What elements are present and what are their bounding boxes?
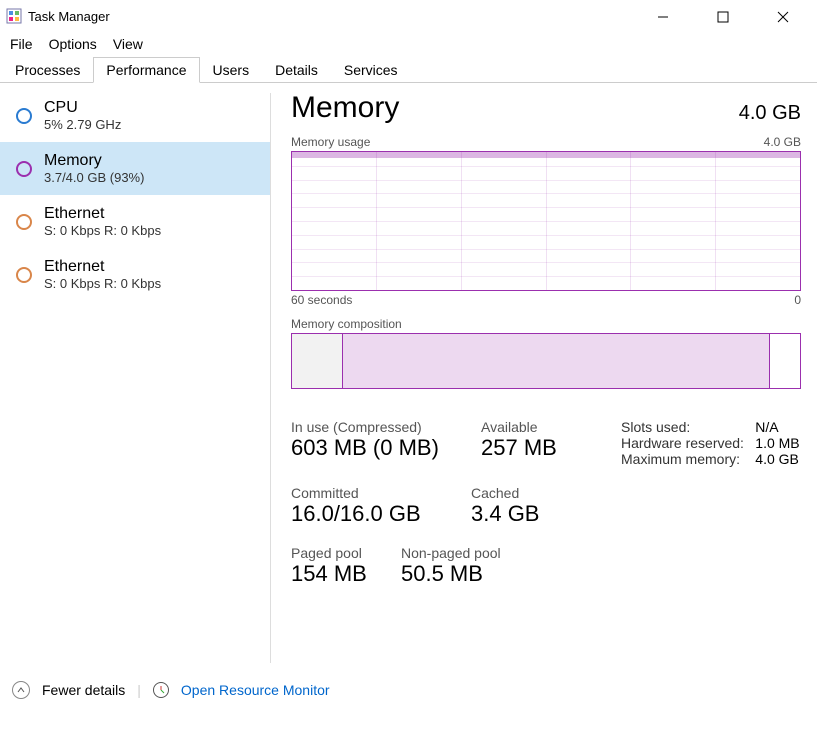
- composition-inuse: [343, 334, 770, 388]
- stat-nonpaged-value: 50.5 MB: [401, 561, 551, 587]
- tab-details[interactable]: Details: [262, 57, 331, 83]
- performance-detail: Memory 4.0 GB Memory usage 4.0 GB 60 sec…: [271, 83, 817, 673]
- tab-bar: Processes Performance Users Details Serv…: [0, 56, 817, 83]
- composition-reserved: [292, 334, 343, 388]
- info-maxmem-value: 4.0 GB: [755, 451, 801, 467]
- cpu-icon: [16, 108, 32, 124]
- stat-paged-label: Paged pool: [291, 545, 401, 561]
- open-resource-monitor-link[interactable]: Open Resource Monitor: [181, 682, 330, 698]
- ethernet-icon: [16, 214, 32, 230]
- info-reserved-value: 1.0 MB: [755, 435, 801, 451]
- info-slots-value: N/A: [755, 419, 801, 435]
- info-maxmem-label: Maximum memory:: [621, 451, 745, 467]
- maximize-button[interactable]: [703, 9, 743, 24]
- stat-cached-value: 3.4 GB: [471, 501, 601, 527]
- memory-capacity: 4.0 GB: [739, 102, 801, 125]
- sidebar-item-ethernet-1[interactable]: Ethernet S: 0 Kbps R: 0 Kbps: [0, 195, 270, 248]
- app-icon: [6, 8, 22, 24]
- composition-chart-label: Memory composition: [291, 317, 402, 331]
- tab-users[interactable]: Users: [200, 57, 263, 83]
- xaxis-left: 60 seconds: [291, 293, 352, 307]
- tab-services[interactable]: Services: [331, 57, 411, 83]
- menu-bar: File Options View: [0, 32, 817, 56]
- stat-cached-label: Cached: [471, 485, 601, 501]
- sidebar-item-sub: 5% 2.79 GHz: [44, 117, 121, 132]
- title-bar: Task Manager: [0, 0, 817, 32]
- minimize-button[interactable]: [643, 9, 683, 24]
- stat-committed-value: 16.0/16.0 GB: [291, 501, 471, 527]
- performance-sidebar: CPU 5% 2.79 GHz Memory 3.7/4.0 GB (93%) …: [0, 83, 270, 673]
- footer: Fewer details | Open Resource Monitor: [0, 673, 817, 707]
- stat-committed-label: Committed: [291, 485, 471, 501]
- sidebar-item-label: Ethernet: [44, 205, 161, 223]
- sidebar-item-sub: S: 0 Kbps R: 0 Kbps: [44, 276, 161, 291]
- stat-available-label: Available: [481, 419, 611, 435]
- composition-available: [770, 334, 800, 388]
- sidebar-item-label: Memory: [44, 152, 144, 170]
- footer-separator: |: [137, 682, 141, 698]
- page-title: Memory: [291, 91, 399, 125]
- resource-monitor-icon: [153, 682, 169, 698]
- stat-inuse-value: 603 MB (0 MB): [291, 435, 471, 461]
- memory-composition-chart[interactable]: [291, 333, 801, 389]
- info-slots-label: Slots used:: [621, 419, 745, 435]
- ethernet-icon: [16, 267, 32, 283]
- window-controls: [643, 9, 811, 24]
- sidebar-item-cpu[interactable]: CPU 5% 2.79 GHz: [0, 89, 270, 142]
- menu-options[interactable]: Options: [49, 36, 97, 52]
- sidebar-item-label: Ethernet: [44, 258, 161, 276]
- chevron-up-icon[interactable]: [12, 681, 30, 699]
- window-title: Task Manager: [28, 9, 643, 24]
- menu-file[interactable]: File: [10, 36, 33, 52]
- close-button[interactable]: [763, 9, 803, 24]
- memory-usage-chart[interactable]: [291, 151, 801, 291]
- fewer-details-button[interactable]: Fewer details: [42, 682, 125, 698]
- stat-available-value: 257 MB: [481, 435, 611, 461]
- sidebar-item-ethernet-2[interactable]: Ethernet S: 0 Kbps R: 0 Kbps: [0, 248, 270, 301]
- sidebar-item-sub: S: 0 Kbps R: 0 Kbps: [44, 223, 161, 238]
- composition-chart-block: Memory composition: [291, 317, 801, 389]
- sidebar-item-sub: 3.7/4.0 GB (93%): [44, 170, 144, 185]
- stat-paged-value: 154 MB: [291, 561, 401, 587]
- stat-inuse-label: In use (Compressed): [291, 419, 471, 435]
- usage-chart-label: Memory usage: [291, 135, 370, 149]
- sidebar-item-label: CPU: [44, 99, 121, 117]
- sidebar-item-memory[interactable]: Memory 3.7/4.0 GB (93%): [0, 142, 270, 195]
- usage-chart-max: 4.0 GB: [764, 135, 801, 149]
- content-area: CPU 5% 2.79 GHz Memory 3.7/4.0 GB (93%) …: [0, 83, 817, 673]
- stat-nonpaged-label: Non-paged pool: [401, 545, 551, 561]
- xaxis-right: 0: [794, 293, 801, 307]
- menu-view[interactable]: View: [113, 36, 143, 52]
- tab-processes[interactable]: Processes: [2, 57, 93, 83]
- usage-chart-block: Memory usage 4.0 GB 60 seconds 0: [291, 135, 801, 307]
- info-reserved-label: Hardware reserved:: [621, 435, 745, 451]
- tab-performance[interactable]: Performance: [93, 57, 199, 83]
- memory-icon: [16, 161, 32, 177]
